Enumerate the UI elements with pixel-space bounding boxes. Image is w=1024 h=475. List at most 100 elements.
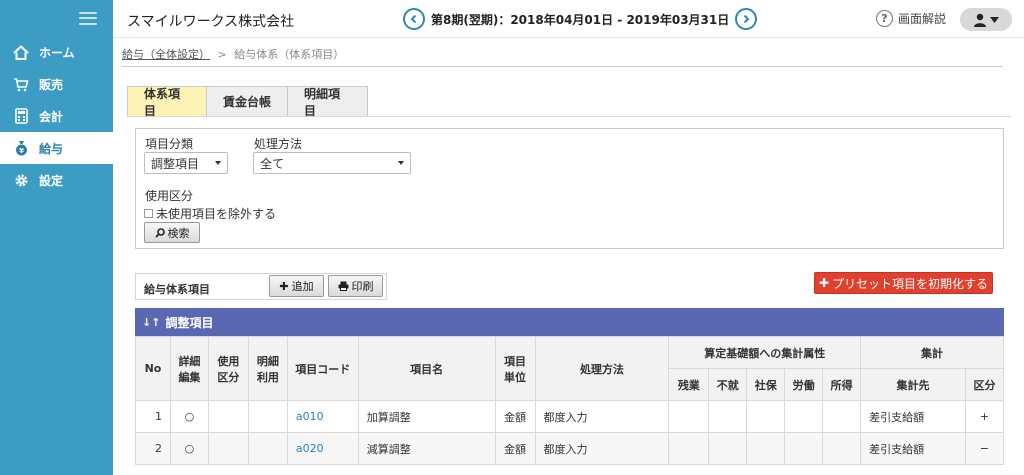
col-header-social-insurance: 社保 [746,368,786,401]
sidebar-item-accounting[interactable]: 会計 [0,100,113,132]
cell-total-class: − [964,432,1005,465]
category-select[interactable]: 調整項目 [144,152,228,174]
cell-total-target: 差引支給額 [860,400,966,433]
tab-system-items[interactable]: 体系項目 [127,86,207,118]
exclude-unused-checkbox[interactable] [144,209,153,218]
caret-down-icon [398,161,404,165]
cell-social-insurance [746,400,786,433]
sidebar-item-label: 販売 [39,77,64,92]
divider [127,116,1011,117]
col-header-no: No [135,336,171,401]
list-toolbar: 給与体系項目 ✚ 追加 印刷 [135,273,387,300]
money-bag-icon: ¥ [13,140,29,156]
sidebar-item-sales[interactable]: 販売 [0,68,113,100]
cell-method: 都度入力 [534,400,670,433]
help-link[interactable]: ? 画面解説 [876,10,946,27]
cell-social-insurance [746,432,786,465]
reset-presets-button[interactable]: ✚ プリセット項目を初期化する [814,272,993,294]
cell-no: 1 [135,400,171,433]
col-header-usage: 使用 区分 [207,336,249,401]
cell-edit[interactable]: ○ [169,400,209,433]
col-header-income: 所得 [822,368,862,401]
home-icon [13,44,29,60]
cell-name: 減算調整 [357,432,496,465]
search-icon [154,227,165,238]
cell-edit[interactable]: ○ [169,432,209,465]
caret-down-icon [215,161,221,165]
question-icon: ? [876,10,893,27]
cell-total-target: 差引支給額 [860,432,966,465]
usage-label: 使用区分 [145,189,194,203]
sidebar-item-payroll[interactable]: ¥ 給与 [0,132,113,164]
next-period-button[interactable] [735,8,758,30]
sidebar: ホーム 販売 会計 ¥ 給与 設定 [0,0,113,475]
print-button-label: 印刷 [351,280,374,293]
section-title: 調整項目 [165,315,214,330]
caret-down-icon [990,16,999,23]
cell-unit: 金額 [494,432,536,465]
add-button[interactable]: ✚ 追加 [269,275,324,297]
col-header-name: 項目名 [357,336,496,401]
cell-labor-insurance [784,432,824,465]
col-header-total-class: 区分 [964,368,1005,401]
print-button[interactable]: 印刷 [328,275,383,297]
cell-code-link[interactable]: a010 [286,400,359,433]
col-header-total-target: 集計先 [860,368,966,401]
top-header: スマイルワークス株式会社 第8期(翌期)：2018年04月01日 - 2019年… [113,0,1024,38]
chevron-right-icon [744,14,750,24]
cell-overtime [668,400,710,433]
hamburger-icon[interactable] [79,11,97,25]
breadcrumb-separator: > [217,48,227,61]
col-header-itemize: 明細 利用 [247,336,288,401]
sidebar-item-home[interactable]: ホーム [0,36,113,68]
add-button-label: 追加 [291,280,314,293]
method-value: 全て [260,156,285,171]
user-menu-button[interactable] [960,8,1012,31]
sort-arrows-icon: ↓↑ [142,315,161,329]
cart-icon [13,76,29,92]
search-panel: 項目分類 調整項目 処理方法 全て 使用区分 未使用項目を除外する 検索 [135,128,1004,249]
cell-overtime [668,432,710,465]
method-label: 処理方法 [254,137,303,151]
cell-code-link[interactable]: a020 [286,432,359,465]
table-row[interactable]: 2 ○ a020 減算調整 金額 都度入力 差引支給額 − [135,432,1005,465]
table-row[interactable]: 1 ○ a010 加算調整 金額 都度入力 差引支給額 + [135,400,1005,433]
breadcrumb-current: 給与体系（体系項目） [234,48,345,61]
col-header-total-group: 集計 [860,336,1004,369]
col-header-basis-group: 算定基礎額への集計属性 [668,336,862,369]
tab-bar: 体系項目 賃金台帳 明細項目 [127,86,368,118]
breadcrumb-link[interactable]: 給与（全体設定） [122,48,210,61]
search-button[interactable]: 検索 [144,222,200,243]
cell-absence [708,432,748,465]
company-name: スマイルワークス株式会社 [127,14,295,30]
cell-usage [207,432,249,465]
items-table: No 詳細 編集 使用 区分 明細 利用 項目コード 項目名 項目 単位 処理方法 算定… [135,336,1005,465]
divider [122,66,1003,67]
sidebar-item-settings[interactable]: 設定 [0,164,113,196]
col-header-code: 項目コード [286,336,359,401]
col-header-method: 処理方法 [534,336,670,401]
cell-labor-insurance [784,400,824,433]
exclude-unused-checkbox-row[interactable]: 未使用項目を除外する [144,205,276,222]
col-header-unit: 項目 単位 [494,336,536,401]
gear-icon [13,172,29,188]
calculator-icon [13,108,29,124]
tab-detail-items[interactable]: 明細項目 [288,86,368,118]
help-label: 画面解説 [898,12,947,26]
cell-income [822,400,862,433]
category-label: 項目分類 [145,137,194,151]
chevron-left-icon [410,14,417,24]
method-select[interactable]: 全て [253,152,411,174]
cell-itemize [247,432,288,465]
cell-unit: 金額 [494,400,536,433]
cell-income [822,432,862,465]
search-button-label: 検索 [167,226,190,240]
col-header-overtime: 残業 [668,368,710,401]
prev-period-button[interactable] [403,8,425,30]
cell-itemize [247,400,288,433]
list-title: 給与体系項目 [144,283,210,296]
user-icon [974,13,986,27]
tab-wage-ledger[interactable]: 賃金台帳 [207,86,288,116]
cell-absence [708,400,748,433]
section-header[interactable]: ↓↑ 調整項目 [135,308,1004,336]
